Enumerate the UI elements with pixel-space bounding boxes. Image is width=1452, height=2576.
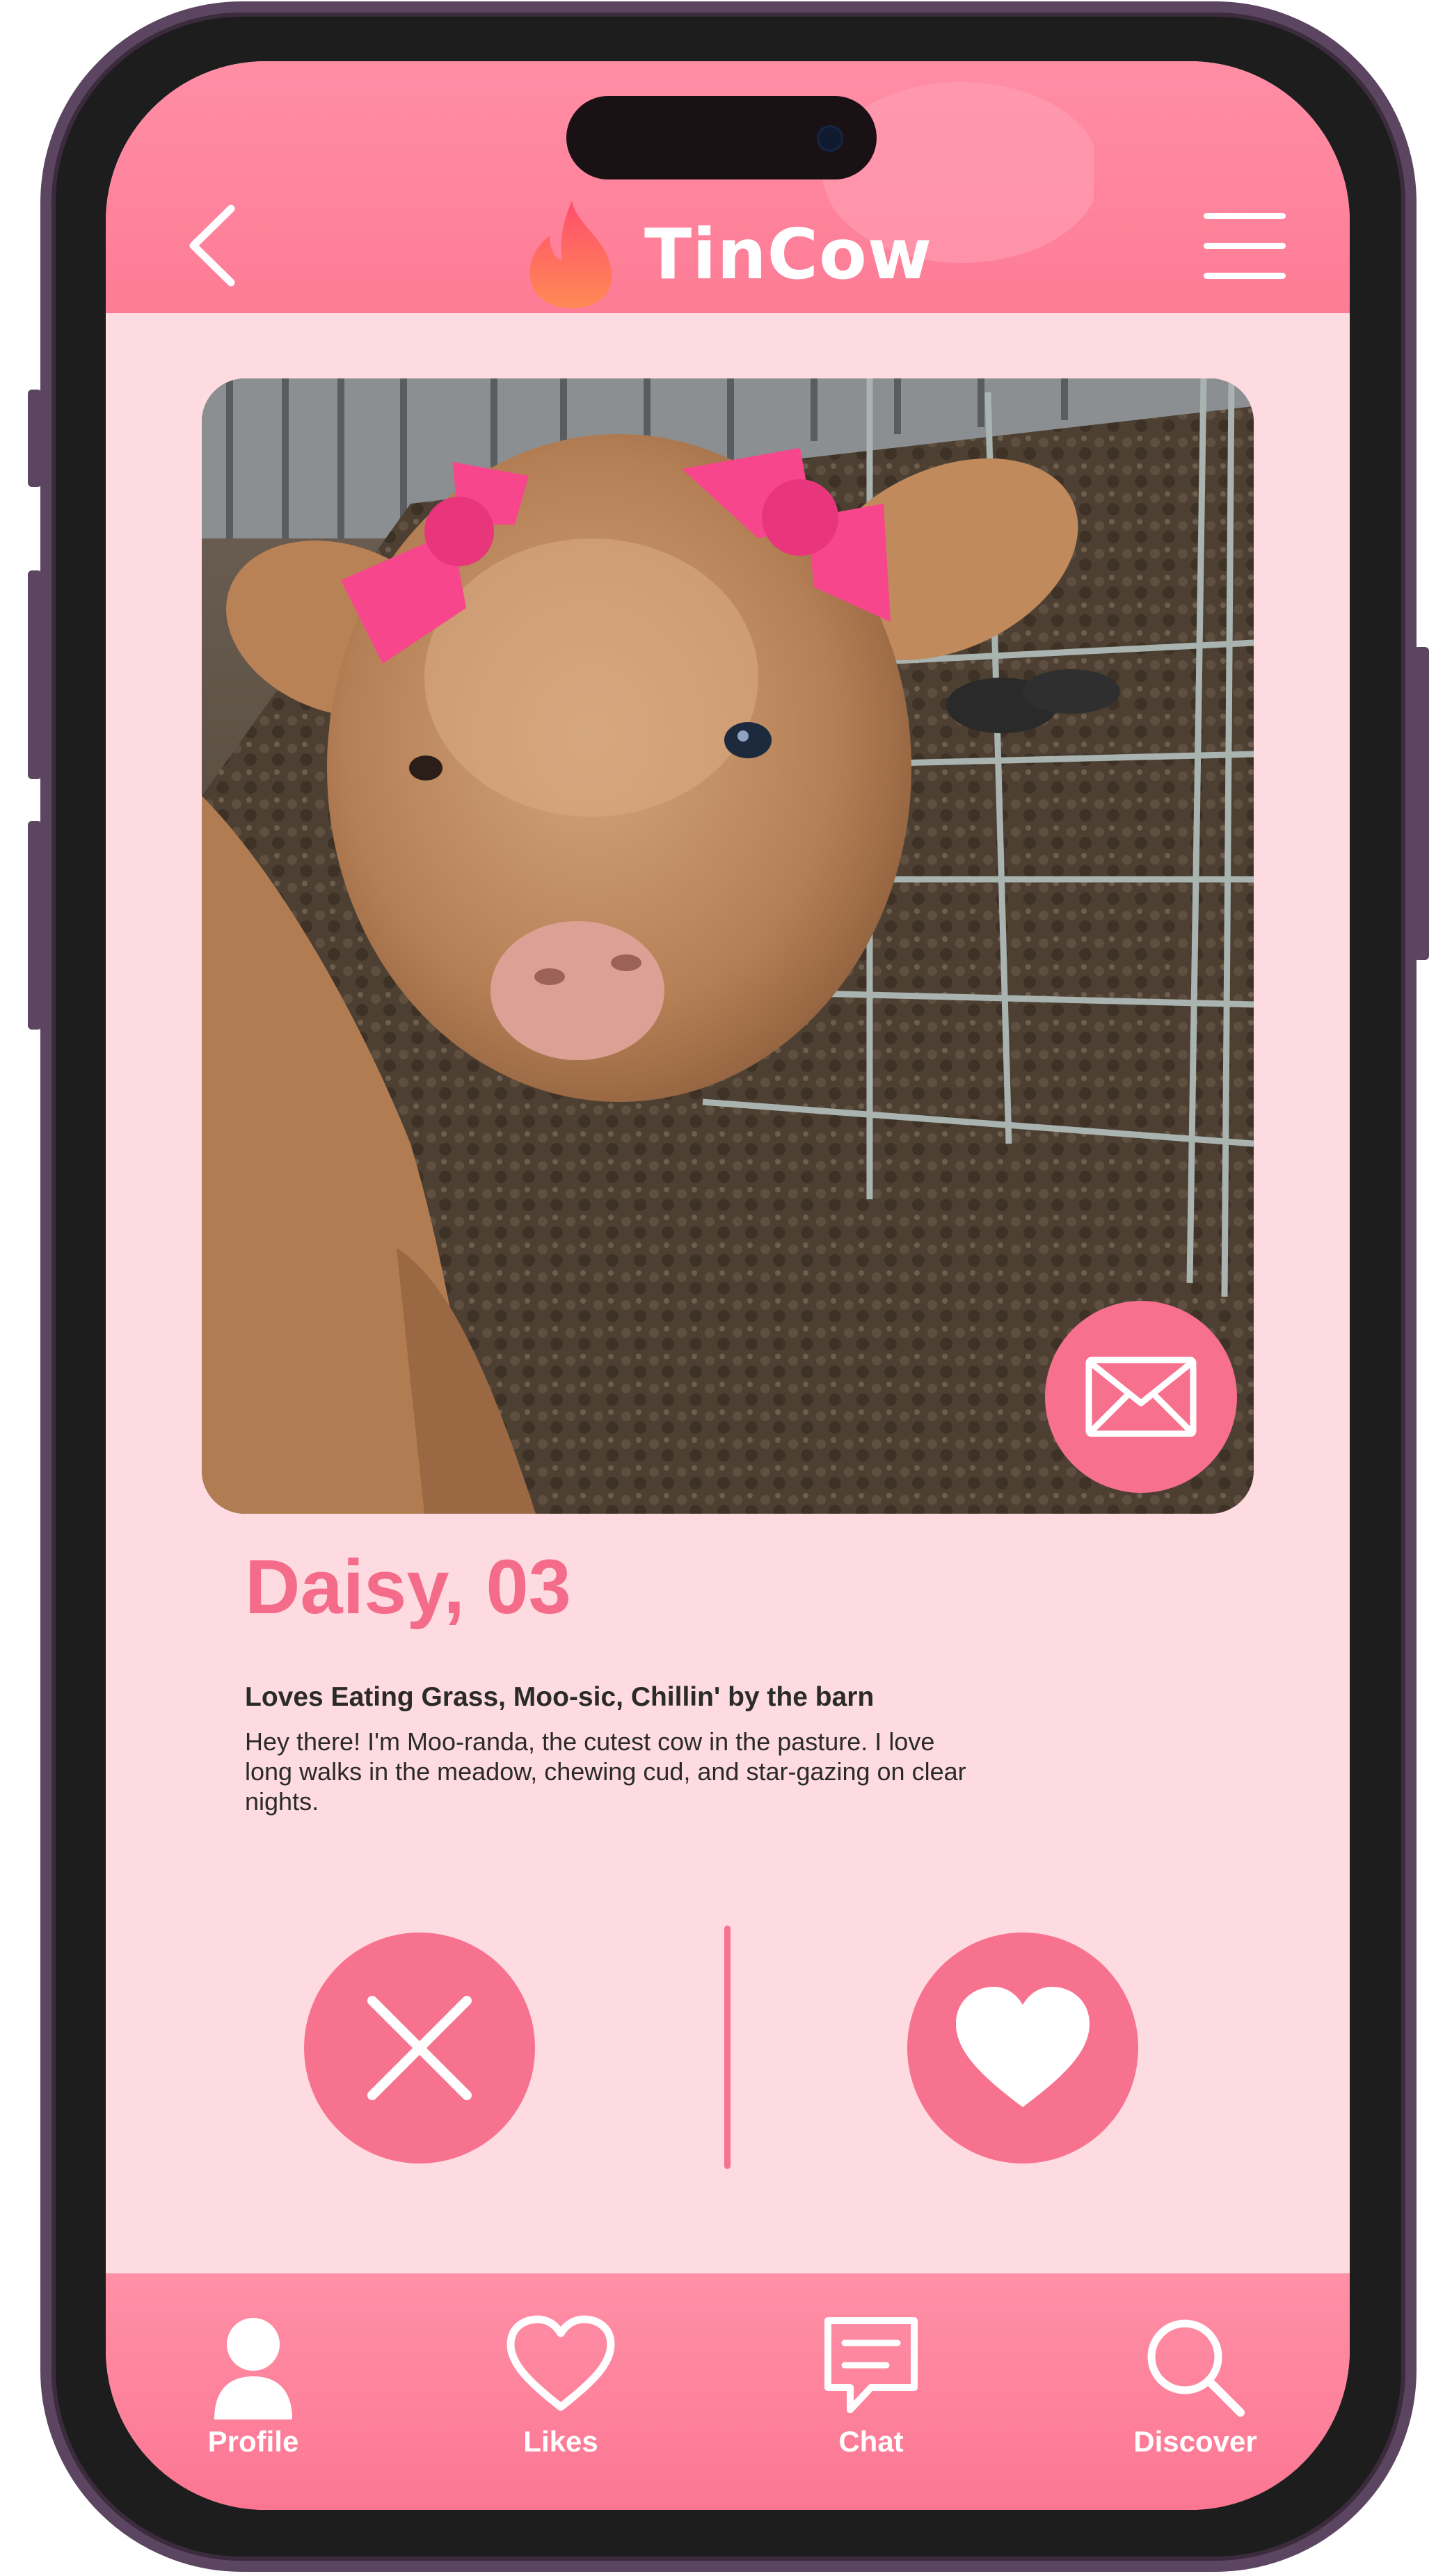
chat-bubble-icon bbox=[824, 2317, 918, 2413]
menu-button[interactable] bbox=[1204, 213, 1286, 280]
volume-up-button bbox=[28, 570, 42, 779]
heart-outline-icon bbox=[506, 2315, 615, 2411]
search-icon bbox=[1147, 2319, 1245, 2417]
chevron-left-icon bbox=[189, 205, 235, 287]
action-divider bbox=[724, 1926, 731, 2169]
flame-icon bbox=[529, 201, 612, 308]
nav-item-profile[interactable]: Profile bbox=[149, 2273, 358, 2510]
power-button bbox=[1414, 647, 1429, 960]
app-logo: TinCow bbox=[523, 195, 932, 313]
hamburger-menu-icon bbox=[1204, 213, 1286, 219]
nav-label-profile: Profile bbox=[207, 2425, 299, 2458]
app-title: TinCow bbox=[644, 213, 933, 295]
profile-interests: Loves Eating Grass, Moo-sic, Chillin' by… bbox=[245, 1682, 875, 1712]
nav-item-discover[interactable]: Discover bbox=[1091, 2273, 1300, 2510]
envelope-icon bbox=[1085, 1357, 1197, 1437]
menu-line bbox=[1204, 243, 1286, 249]
dynamic-island bbox=[566, 96, 877, 179]
front-camera bbox=[817, 125, 843, 152]
nav-label-likes: Likes bbox=[523, 2425, 598, 2458]
profile-bio: Hey there! I'm Moo-randa, the cutest cow… bbox=[245, 1727, 966, 1816]
heart-icon bbox=[956, 1987, 1090, 2107]
menu-line bbox=[1204, 273, 1286, 279]
user-icon bbox=[214, 2318, 292, 2419]
nav-item-chat[interactable]: Chat bbox=[767, 2273, 975, 2510]
back-button[interactable] bbox=[182, 200, 245, 291]
phone-screen: TinCow Daisy, 03 Loves Eating Grass, Moo… bbox=[106, 61, 1350, 2510]
nav-item-likes[interactable]: Likes bbox=[456, 2273, 665, 2510]
message-button[interactable] bbox=[1045, 1301, 1237, 1493]
profile-name-age: Daisy, 03 bbox=[245, 1544, 571, 1630]
bottom-navigation: Profile Likes Chat Discover bbox=[106, 2273, 1350, 2510]
action-button bbox=[28, 390, 42, 487]
nav-label-chat: Chat bbox=[838, 2425, 904, 2458]
reject-button[interactable] bbox=[304, 1933, 535, 2163]
nav-label-discover: Discover bbox=[1133, 2425, 1257, 2458]
volume-down-button bbox=[28, 821, 42, 1030]
close-x-icon bbox=[367, 1996, 472, 2100]
like-button[interactable] bbox=[907, 1933, 1138, 2163]
